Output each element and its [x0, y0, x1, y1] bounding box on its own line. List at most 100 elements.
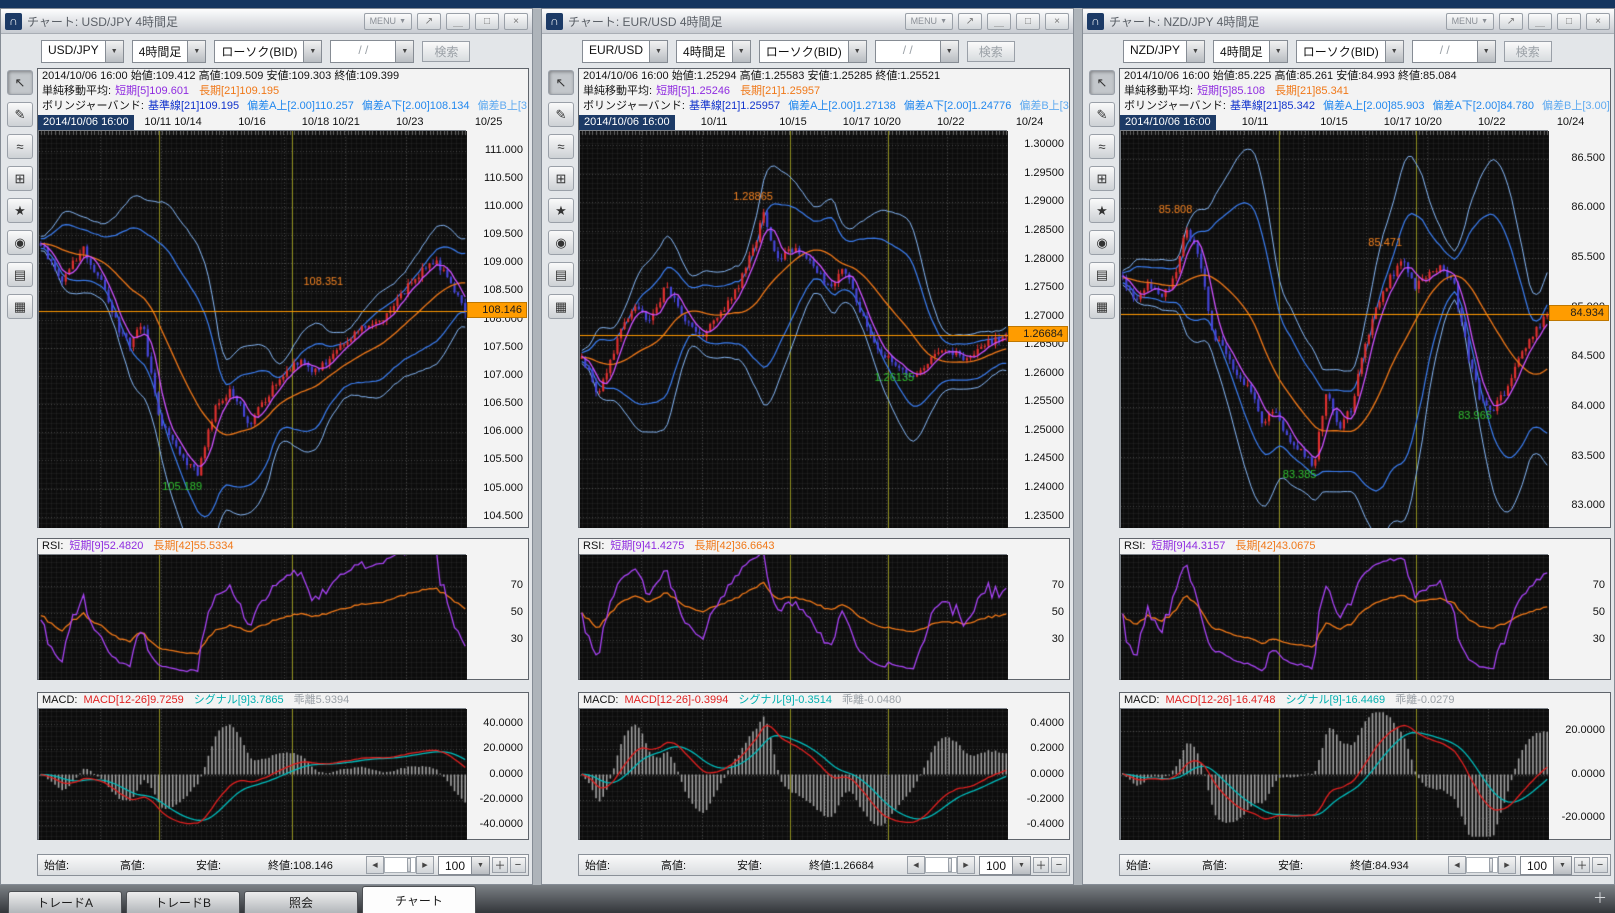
indicator-tool-button[interactable]: ≈: [7, 134, 33, 159]
minimize-button[interactable]: ＿: [446, 13, 470, 30]
tab-trade-b[interactable]: トレードB: [126, 891, 240, 913]
scrollbar-track[interactable]: [1466, 857, 1498, 873]
scrollbar-thumb[interactable]: [407, 858, 411, 872]
rsi-chart-canvas[interactable]: [39, 555, 467, 680]
macd-chart-plot[interactable]: [579, 708, 1007, 839]
add-icon[interactable]: ＋: [1593, 888, 1607, 908]
scale-tool-button[interactable]: ⊞: [1089, 166, 1115, 191]
marks-tool-button[interactable]: ★: [548, 198, 574, 223]
price-chart-plot[interactable]: [38, 130, 466, 527]
timeframe-select[interactable]: 4時間足▼: [1213, 40, 1288, 63]
search-button[interactable]: 検索: [967, 41, 1015, 62]
price-chart-canvas[interactable]: [580, 131, 1008, 528]
scale-tool-button[interactable]: ⊞: [548, 166, 574, 191]
date-input[interactable]: / /▼: [1412, 40, 1496, 63]
scrollbar-track[interactable]: [384, 857, 416, 873]
close-button[interactable]: ×: [1045, 13, 1069, 30]
tab-inquiry[interactable]: 照会: [244, 891, 358, 913]
price-chart-canvas[interactable]: [39, 131, 467, 528]
pencil-tool-button[interactable]: ✎: [7, 102, 33, 127]
indicator-tool-button[interactable]: ≈: [548, 134, 574, 159]
rsi-chart-plot[interactable]: [1120, 554, 1548, 679]
date-input[interactable]: / /▼: [330, 40, 414, 63]
chart-type-select[interactable]: ローソク(BID)▼: [214, 40, 322, 63]
maximize-button[interactable]: □: [1557, 13, 1581, 30]
minimize-button[interactable]: ＿: [987, 13, 1011, 30]
scale-tool-button[interactable]: ⊞: [7, 166, 33, 191]
cursor-tool-button[interactable]: ↖: [548, 70, 574, 95]
window-titlebar[interactable]: ∩ チャート: USD/JPY 4時間足 MENU▼ ↗ ＿ □ ×: [1, 9, 532, 34]
pencil-tool-button[interactable]: ✎: [548, 102, 574, 127]
pencil-tool-button[interactable]: ✎: [1089, 102, 1115, 127]
print-tool-button[interactable]: ▤: [7, 262, 33, 287]
view-tool-button[interactable]: ◉: [7, 230, 33, 255]
macd-chart-plot[interactable]: [38, 708, 466, 839]
popout-button[interactable]: ↗: [1499, 13, 1523, 30]
scrollbar-thumb[interactable]: [1489, 858, 1493, 872]
search-button[interactable]: 検索: [1504, 41, 1552, 62]
timeframe-select[interactable]: 4時間足▼: [676, 40, 751, 63]
macd-chart-canvas[interactable]: [580, 709, 1008, 840]
chart-type-select[interactable]: ローソク(BID)▼: [1296, 40, 1404, 63]
cursor-tool-button[interactable]: ↖: [7, 70, 33, 95]
popout-button[interactable]: ↗: [417, 13, 441, 30]
maximize-button[interactable]: □: [1016, 13, 1040, 30]
window-titlebar[interactable]: ∩ チャート: NZD/JPY 4時間足 MENU▼ ↗ ＿ □ ×: [1083, 9, 1614, 34]
scroll-right-button[interactable]: ▶: [957, 856, 975, 874]
macd-chart-canvas[interactable]: [1121, 709, 1549, 840]
scrollbar-track[interactable]: [925, 857, 957, 873]
rsi-chart-canvas[interactable]: [580, 555, 1008, 680]
rsi-chart-plot[interactable]: [579, 554, 1007, 679]
cursor-tool-button[interactable]: ↖: [1089, 70, 1115, 95]
pair-select[interactable]: USD/JPY▼: [41, 40, 124, 63]
export-tool-button[interactable]: ▦: [548, 294, 574, 319]
scroll-left-button[interactable]: ◀: [366, 856, 384, 874]
zoom-out-button[interactable]: −: [1592, 857, 1608, 873]
scrollbar-thumb[interactable]: [948, 858, 952, 872]
bar-count-select[interactable]: 100▼: [438, 856, 490, 875]
pair-select[interactable]: EUR/USD▼: [582, 40, 668, 63]
zoom-in-button[interactable]: ＋: [1033, 857, 1049, 873]
indicator-tool-button[interactable]: ≈: [1089, 134, 1115, 159]
window-titlebar[interactable]: ∩ チャート: EUR/USD 4時間足 MENU▼ ↗ ＿ □ ×: [542, 9, 1073, 34]
bar-count-select[interactable]: 100▼: [1520, 856, 1572, 875]
print-tool-button[interactable]: ▤: [548, 262, 574, 287]
scroll-left-button[interactable]: ◀: [1448, 856, 1466, 874]
tab-chart[interactable]: チャート: [362, 886, 476, 913]
zoom-out-button[interactable]: −: [1051, 857, 1067, 873]
price-chart-canvas[interactable]: [1121, 131, 1549, 528]
rsi-chart-plot[interactable]: [38, 554, 466, 679]
maximize-button[interactable]: □: [475, 13, 499, 30]
pair-select[interactable]: NZD/JPY▼: [1123, 40, 1205, 63]
timeframe-select[interactable]: 4時間足▼: [132, 40, 207, 63]
close-button[interactable]: ×: [1586, 13, 1610, 30]
close-button[interactable]: ×: [504, 13, 528, 30]
scroll-right-button[interactable]: ▶: [1498, 856, 1516, 874]
view-tool-button[interactable]: ◉: [548, 230, 574, 255]
export-tool-button[interactable]: ▦: [1089, 294, 1115, 319]
zoom-out-button[interactable]: −: [510, 857, 526, 873]
menu-button[interactable]: MENU▼: [905, 13, 953, 30]
macd-chart-canvas[interactable]: [39, 709, 467, 840]
price-chart-plot[interactable]: [1120, 130, 1548, 527]
view-tool-button[interactable]: ◉: [1089, 230, 1115, 255]
marks-tool-button[interactable]: ★: [1089, 198, 1115, 223]
zoom-in-button[interactable]: ＋: [1574, 857, 1590, 873]
popout-button[interactable]: ↗: [958, 13, 982, 30]
search-button[interactable]: 検索: [422, 41, 470, 62]
macd-chart-plot[interactable]: [1120, 708, 1548, 839]
zoom-in-button[interactable]: ＋: [492, 857, 508, 873]
menu-button[interactable]: MENU▼: [1446, 13, 1494, 30]
tab-trade-a[interactable]: トレードA: [8, 891, 122, 913]
menu-button[interactable]: MENU▼: [364, 13, 412, 30]
bar-count-select[interactable]: 100▼: [979, 856, 1031, 875]
scroll-right-button[interactable]: ▶: [416, 856, 434, 874]
minimize-button[interactable]: ＿: [1528, 13, 1552, 30]
price-chart-plot[interactable]: [579, 130, 1007, 527]
chart-type-select[interactable]: ローソク(BID)▼: [759, 40, 867, 63]
rsi-chart-canvas[interactable]: [1121, 555, 1549, 680]
scroll-left-button[interactable]: ◀: [907, 856, 925, 874]
print-tool-button[interactable]: ▤: [1089, 262, 1115, 287]
marks-tool-button[interactable]: ★: [7, 198, 33, 223]
date-input[interactable]: / /▼: [875, 40, 959, 63]
